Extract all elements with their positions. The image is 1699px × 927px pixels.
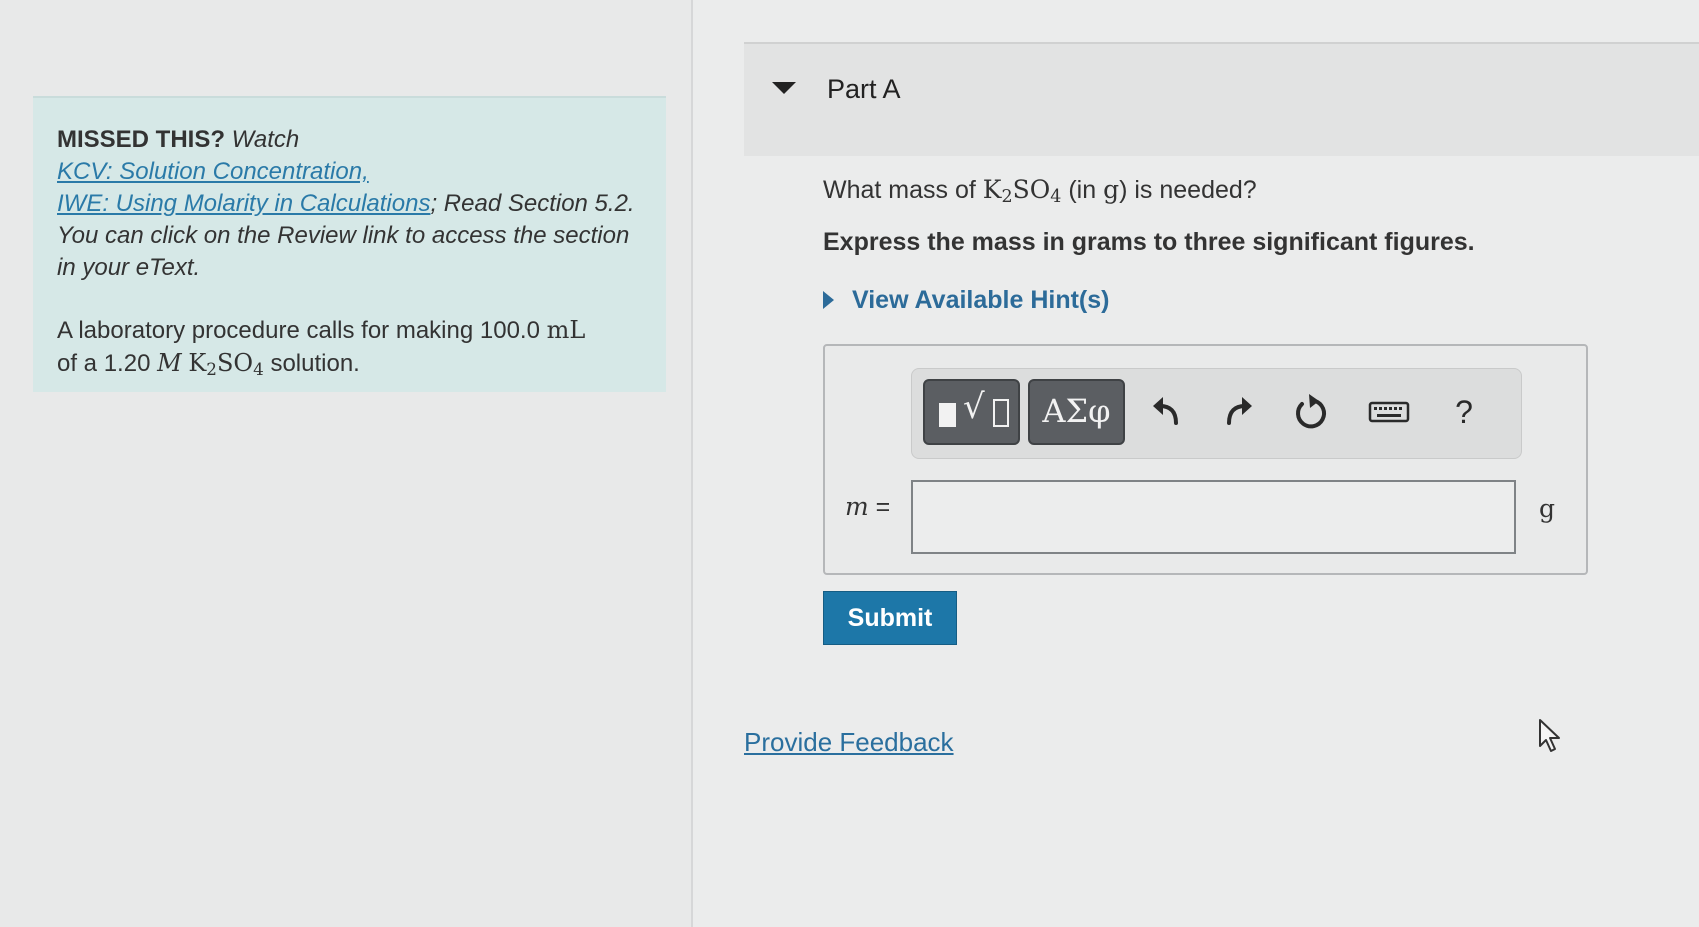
math-toolbar: √ ΑΣφ ? — [911, 368, 1522, 459]
question-prefix: What mass of — [823, 176, 976, 204]
problem-statement: A laboratory procedure calls for making … — [57, 314, 642, 380]
problem-suffix: solution. — [270, 350, 360, 377]
view-hints-toggle[interactable]: View Available Hint(s) — [823, 286, 1109, 315]
formula-k: K — [188, 349, 207, 377]
problem-prefix: A laboratory procedure calls for making … — [57, 317, 540, 344]
volume-unit: mL — [546, 316, 586, 344]
instruction-text: Express the mass in grams to three signi… — [823, 228, 1475, 256]
left-pane: MISSED THIS? Watch KCV: Solution Concentr… — [0, 0, 692, 927]
keyboard-icon[interactable] — [1367, 387, 1411, 437]
watch-text: Watch — [225, 126, 300, 153]
missed-this-text: MISSED THIS? Watch KCV: Solution Concentr… — [57, 124, 642, 284]
template-empty-box-icon — [993, 399, 1009, 427]
missed-this-box: MISSED THIS? Watch KCV: Solution Concentr… — [33, 96, 666, 392]
formula-k2so4: K2SO4 — [188, 349, 263, 377]
question-suffix: ) is needed? — [1119, 176, 1257, 204]
iwe-molarity-link[interactable]: IWE: Using Molarity in Calculations — [57, 190, 430, 217]
question-formula-k: K — [982, 175, 1002, 204]
redo-icon[interactable] — [1217, 387, 1261, 437]
mass-answer-input[interactable] — [911, 480, 1516, 554]
problem-mid: of a 1.20 — [57, 350, 151, 377]
undo-icon[interactable] — [1146, 387, 1190, 437]
variable-label: m = — [845, 492, 890, 522]
formula-so-sub: 4 — [253, 359, 264, 379]
equals-sign: = — [868, 493, 891, 521]
variable-symbol: m — [845, 492, 869, 521]
missed-this-label: MISSED THIS? — [57, 126, 226, 153]
kcv-solution-concentration-link[interactable]: KCV: Solution Concentration, — [57, 158, 369, 185]
sqrt-icon: √ — [963, 387, 985, 427]
part-title: Part A — [827, 74, 901, 104]
part-a-header[interactable]: Part A — [744, 42, 1699, 156]
templates-button[interactable]: √ — [923, 379, 1020, 445]
unit-label: g — [1539, 494, 1556, 523]
question-formula-k-sub: 2 — [1001, 187, 1013, 207]
hints-label: View Available Hint(s) — [852, 286, 1110, 314]
reset-icon[interactable] — [1288, 387, 1332, 437]
question-paren: (in — [1068, 176, 1097, 204]
question-formula-so: SO — [1012, 175, 1051, 204]
question-formula: K2SO4 — [982, 175, 1062, 207]
collapse-triangle-icon[interactable] — [772, 82, 796, 94]
provide-feedback-link[interactable]: Provide Feedback — [744, 727, 954, 758]
answer-box: √ ΑΣφ ? m = g — [823, 344, 1588, 575]
question-formula-so-sub: 4 — [1050, 187, 1062, 207]
mouse-pointer-icon — [1537, 718, 1565, 754]
formula-so: SO — [216, 349, 254, 377]
greek-symbols-button[interactable]: ΑΣφ — [1028, 379, 1125, 445]
submit-button[interactable]: Submit — [823, 591, 957, 645]
formula-k-sub: 2 — [206, 359, 217, 379]
template-solid-box-icon — [939, 403, 956, 427]
help-button[interactable]: ? — [1442, 387, 1486, 437]
molar-symbol: M — [157, 349, 182, 377]
question-unit: g — [1103, 175, 1120, 204]
question-text: What mass of K2SO4 (in g) is needed? — [823, 175, 1257, 207]
expand-caret-icon — [823, 291, 834, 309]
